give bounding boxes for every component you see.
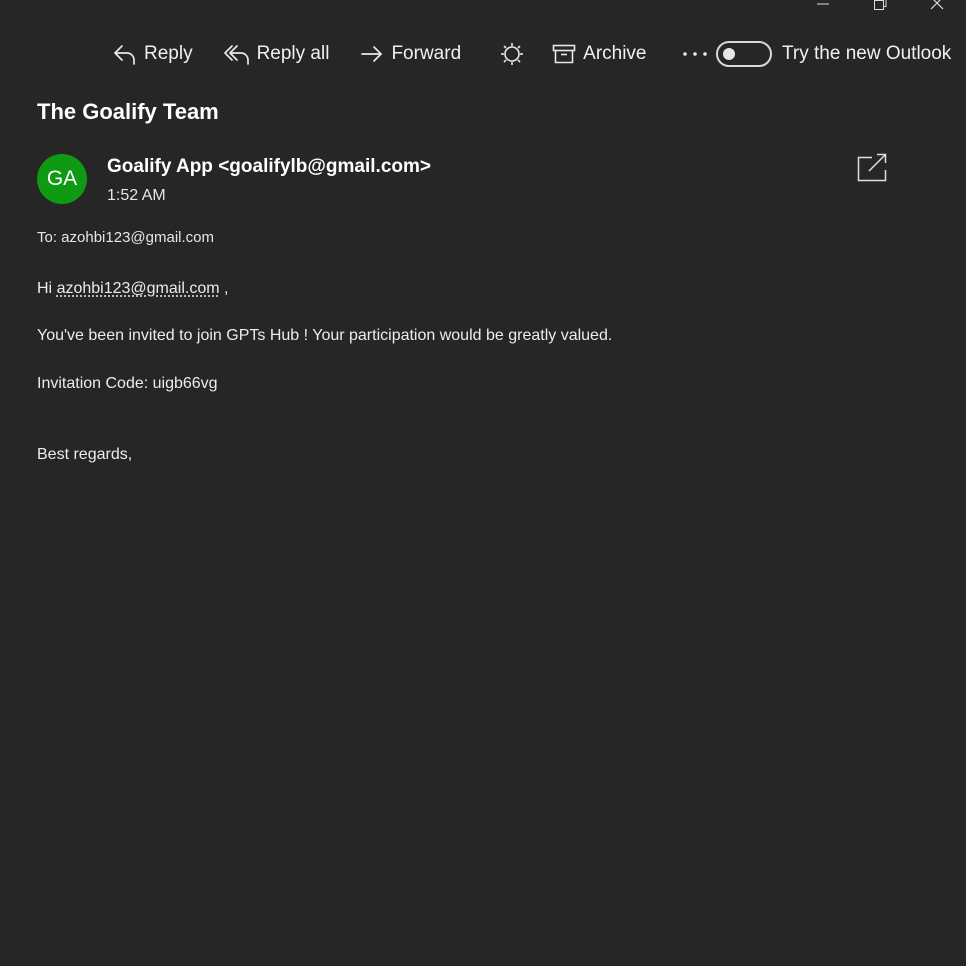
try-new-outlook-label: Try the new Outlook — [782, 43, 952, 64]
message-subject: The Goalify Team — [37, 99, 219, 124]
sweep-icon — [501, 43, 524, 65]
message-time: 1:52 AM — [107, 187, 166, 204]
close-icon — [930, 0, 944, 10]
try-new-outlook-toggle[interactable] — [716, 41, 772, 67]
archive-label: Archive — [583, 43, 647, 64]
close-window-button[interactable] — [909, 0, 966, 14]
forward-label: Forward — [391, 43, 462, 64]
restore-button[interactable] — [852, 0, 909, 14]
more-actions-button[interactable] — [681, 38, 709, 70]
reply-label: Reply — [144, 43, 193, 64]
open-in-new-window-button[interactable] — [856, 153, 888, 183]
window-controls — [795, 0, 966, 14]
reply-all-icon — [223, 45, 249, 65]
invitation-code-line: Invitation Code: uigb66vg — [37, 375, 218, 392]
message-toolbar: Reply Reply all Forward Archive — [112, 38, 709, 70]
restore-icon — [874, 0, 887, 10]
sender-name[interactable]: Goalify App <goalifylb@gmail.com> — [107, 156, 431, 178]
reply-icon — [114, 45, 135, 65]
open-in-new-window-icon — [857, 153, 887, 182]
reply-all-button[interactable]: Reply all — [223, 38, 330, 70]
reply-button[interactable]: Reply — [112, 38, 193, 70]
try-new-outlook: Try the new Outlook — [716, 38, 951, 70]
recipients-line: To: azohbi123@gmail.com — [37, 229, 214, 246]
more-icon — [682, 52, 707, 56]
reply-all-label: Reply all — [256, 43, 330, 64]
toggle-knob — [723, 48, 735, 60]
greeting-suffix: , — [224, 280, 229, 297]
greeting-line: Hi azohbi123@gmail.com , — [37, 280, 228, 298]
minimize-button[interactable] — [795, 0, 852, 14]
forward-icon — [361, 46, 383, 62]
archive-button[interactable]: Archive — [551, 38, 647, 70]
signoff-line: Best regards, — [37, 446, 133, 463]
forward-button[interactable]: Forward — [359, 38, 461, 70]
greeting-email-link[interactable]: azohbi123@gmail.com — [57, 280, 220, 297]
archive-icon — [552, 44, 576, 64]
mail-window: Reply Reply all Forward Archive Try the … — [0, 0, 966, 966]
invite-line: You've been invited to join GPTs Hub ! Y… — [37, 327, 613, 344]
greeting-prefix: Hi — [37, 280, 53, 297]
avatar[interactable]: GA — [37, 154, 87, 204]
minimize-icon — [817, 3, 829, 5]
sweep-button[interactable] — [499, 38, 525, 70]
